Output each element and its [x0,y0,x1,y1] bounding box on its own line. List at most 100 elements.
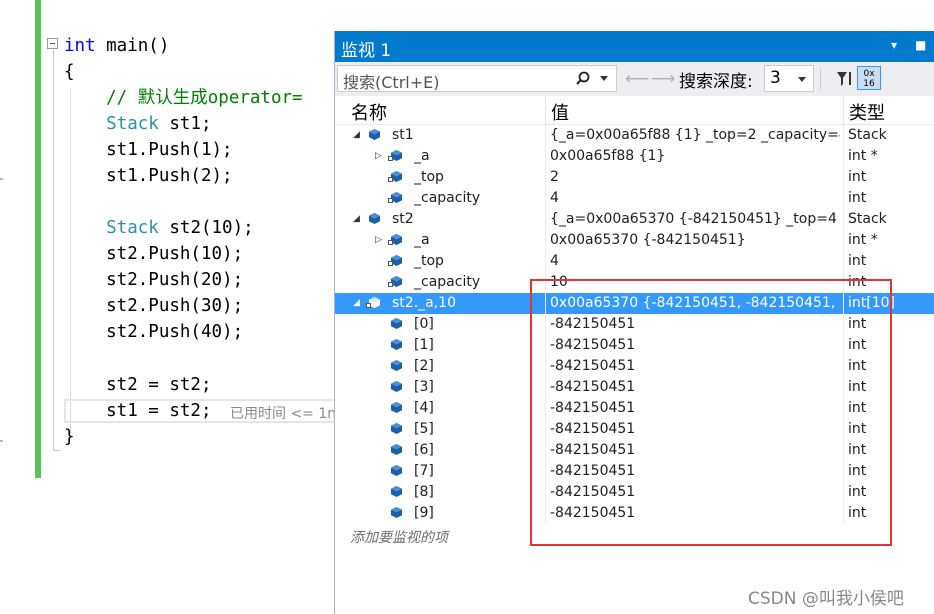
gutter-mark [0,178,3,180]
code-token: st2.Push(10); [64,244,244,264]
watch-name-cell: st1 [392,127,414,143]
code-token: // 默认生成operator= [64,88,314,108]
watch-value-cell[interactable]: {_a=0x00a65f88 {1} _top=2 _capacity=4 } [550,127,840,143]
code-line[interactable]: st1.Push(1); [64,140,233,160]
watch-type-cell: int [848,253,867,269]
field-cube-icon [369,129,380,140]
code-line[interactable]: Stack st2(10); [64,218,254,238]
code-line[interactable]: Stack st1; [64,114,212,134]
column-resizer[interactable] [545,96,546,124]
code-token: st1; [158,114,212,134]
collapse-icon[interactable] [47,38,58,49]
filter-pin-icon[interactable] [832,67,856,91]
search-input[interactable]: 搜索(Ctrl+E) [337,65,617,92]
fold-guide-end [53,450,60,451]
watch-name-cell: _top [414,253,444,269]
maximize-icon[interactable]: ■ [915,38,926,52]
search-depth-value: 3 [770,68,781,88]
add-watch-placeholder: 添加要监视的项 [350,530,448,546]
cell-divider [545,146,546,167]
code-line[interactable]: st2 = st2; [64,375,211,395]
collapsed-arrow-icon[interactable]: ▷ [375,235,382,245]
field-cube-icon [391,444,402,455]
cell-divider [545,125,546,146]
watch-value-cell[interactable]: {_a=0x00a65370 {-842150451} _top=4 _ca..… [550,211,840,227]
watch-type-cell: int * [848,148,878,164]
code-token: int [64,36,96,56]
search-forward-icon[interactable]: ⟶ [651,69,675,89]
column-header: 名称 值 类型 [335,96,934,125]
search-icon[interactable] [576,71,590,85]
highlight-annotation-box [530,279,892,546]
changes-margin [35,0,41,478]
collapsed-arrow-icon[interactable]: ▷ [375,151,382,161]
code-line[interactable]: st2.Push(10); [64,244,243,264]
column-resizer[interactable] [843,96,844,124]
watch-row[interactable]: _top 4 int [335,251,934,272]
watch-value-cell[interactable]: 0x00a65370 {-842150451} [550,232,840,248]
elapsed-time-hint: 已用时间 <= 1n [230,406,337,422]
lock-icon [366,303,371,308]
lock-icon [388,240,393,245]
expanded-arrow-icon[interactable]: ◢ [353,298,360,308]
column-value-header[interactable]: 值 [551,99,569,125]
code-line[interactable]: int main() [64,36,169,56]
code-token: st1.Push(2); [64,166,233,186]
expanded-arrow-icon[interactable]: ◢ [353,214,360,224]
hex-display-button[interactable]: 0x 16 [857,66,881,90]
watch-value-cell[interactable]: 4 [550,253,840,269]
cell-divider [843,167,844,188]
code-token: Stack [106,114,159,134]
code-line[interactable]: st2.Push(40); [64,322,243,342]
watch-toolbar: 搜索(Ctrl+E) ⟵ ⟶ 搜索深度: 3 0x 16 [335,62,934,96]
watch-row[interactable]: ◢ st1 {_a=0x00a65f88 {1} _top=2 _capacity=… [335,125,934,146]
watermark: CSDN @叫我小侯吧 [748,589,904,609]
watch-value-cell[interactable]: 0x00a65f88 {1} [550,148,840,164]
code-token: main() [95,36,170,56]
window-menu-icon[interactable]: ▾ [891,38,897,52]
code-token: st2(10); [158,218,254,238]
watch-value-cell[interactable]: 4 [550,190,840,206]
code-token: st2.Push(20); [64,270,244,290]
field-cube-icon [391,423,402,434]
code-line[interactable]: st1.Push(2); [64,166,233,186]
fold-guide [53,50,54,450]
watch-row[interactable]: _top 2 int [335,167,934,188]
watch-type-cell: int * [848,232,878,248]
code-token: st1 = st2; [64,401,212,421]
cell-divider [843,209,844,230]
code-line[interactable]: } [64,427,75,447]
watch-row[interactable]: _capacity 4 int [335,188,934,209]
column-name-header[interactable]: 名称 [351,99,387,125]
search-depth-select[interactable]: 3 [764,65,814,92]
field-cube-icon [391,465,402,476]
watch-name-cell: _a [414,148,430,164]
code-token: st2.Push(40); [64,322,244,342]
code-line[interactable]: st2.Push(30); [64,296,243,316]
field-cube-icon [391,507,402,518]
expanded-arrow-icon[interactable]: ◢ [353,130,360,140]
watch-name-cell: _a [414,232,430,248]
field-cube-icon [369,213,380,224]
code-line[interactable]: st1 = st2; [64,401,212,421]
code-line[interactable]: // 默认生成operator= [64,88,313,108]
watch-row[interactable]: ▷ _a 0x00a65370 {-842150451} int * [335,230,934,251]
watch-value-cell[interactable]: 2 [550,169,840,185]
watch-name-cell: _capacity [414,190,481,206]
watch-row[interactable]: ▷ _a 0x00a65f88 {1} int * [335,146,934,167]
watch-name-cell: st2._a,10 [392,295,456,311]
search-dropdown-icon[interactable] [600,76,608,81]
column-type-header[interactable]: 类型 [849,99,885,125]
lock-icon [388,198,393,203]
watch-titlebar[interactable]: 监视 1 ▾ ■ [335,31,934,62]
code-line[interactable]: { [64,62,75,82]
code-token: st1.Push(1); [64,140,233,160]
field-cube-icon [391,339,402,350]
search-back-icon[interactable]: ⟵ [625,69,649,89]
watch-title: 监视 1 [341,41,392,61]
lock-icon [388,282,393,287]
watch-row[interactable]: ◢ st2 {_a=0x00a65370 {-842150451} _top=4 _… [335,209,934,230]
code-line[interactable]: st2.Push(20); [64,270,243,290]
cell-divider [545,209,546,230]
